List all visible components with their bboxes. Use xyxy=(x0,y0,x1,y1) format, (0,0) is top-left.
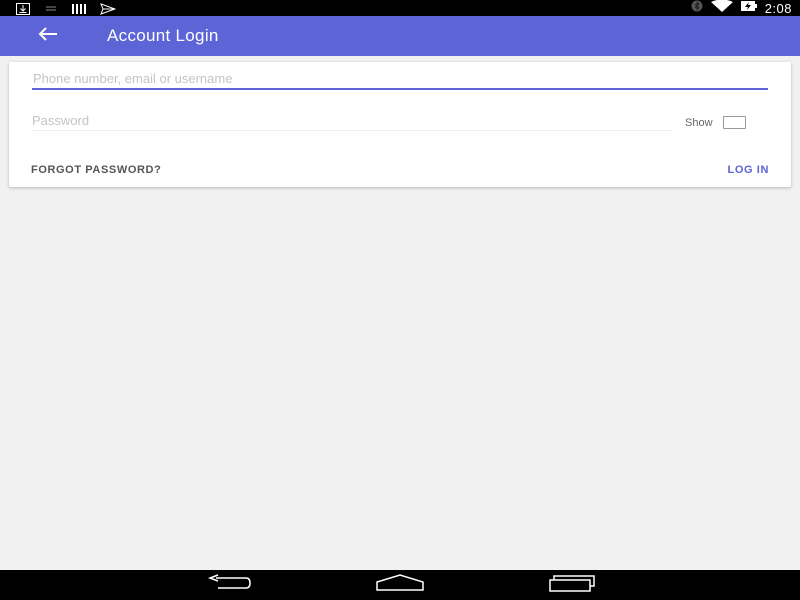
back-button[interactable] xyxy=(28,16,68,56)
status-bar-system: 2:08 xyxy=(691,0,792,16)
arrow-left-icon xyxy=(38,26,58,46)
recents-nav-icon xyxy=(548,574,596,597)
nav-home-button[interactable] xyxy=(374,573,426,597)
status-bar: 2:08 xyxy=(0,0,800,16)
app-toolbar: Account Login xyxy=(0,16,800,56)
show-password-checkbox[interactable] xyxy=(722,116,746,129)
back-nav-icon xyxy=(206,573,252,597)
login-button[interactable]: LOG IN xyxy=(728,164,770,176)
battery-charging-icon xyxy=(740,0,757,17)
show-password-toggle: Show xyxy=(685,116,746,129)
wifi-icon xyxy=(710,0,733,17)
nav-back-button[interactable] xyxy=(205,573,253,597)
username-field[interactable] xyxy=(32,68,768,90)
nav-recents-button[interactable] xyxy=(547,573,597,597)
login-card: Show FORGOT PASSWORD? LOG IN xyxy=(9,62,791,187)
page-title: Account Login xyxy=(107,26,219,45)
bluetooth-icon xyxy=(691,0,703,17)
show-password-label: Show xyxy=(685,116,713,129)
status-time: 2:08 xyxy=(764,0,792,16)
forgot-password-button[interactable]: FORGOT PASSWORD? xyxy=(31,164,161,176)
system-nav-bar xyxy=(0,570,800,600)
home-nav-icon xyxy=(375,573,425,597)
password-field[interactable] xyxy=(32,111,672,131)
